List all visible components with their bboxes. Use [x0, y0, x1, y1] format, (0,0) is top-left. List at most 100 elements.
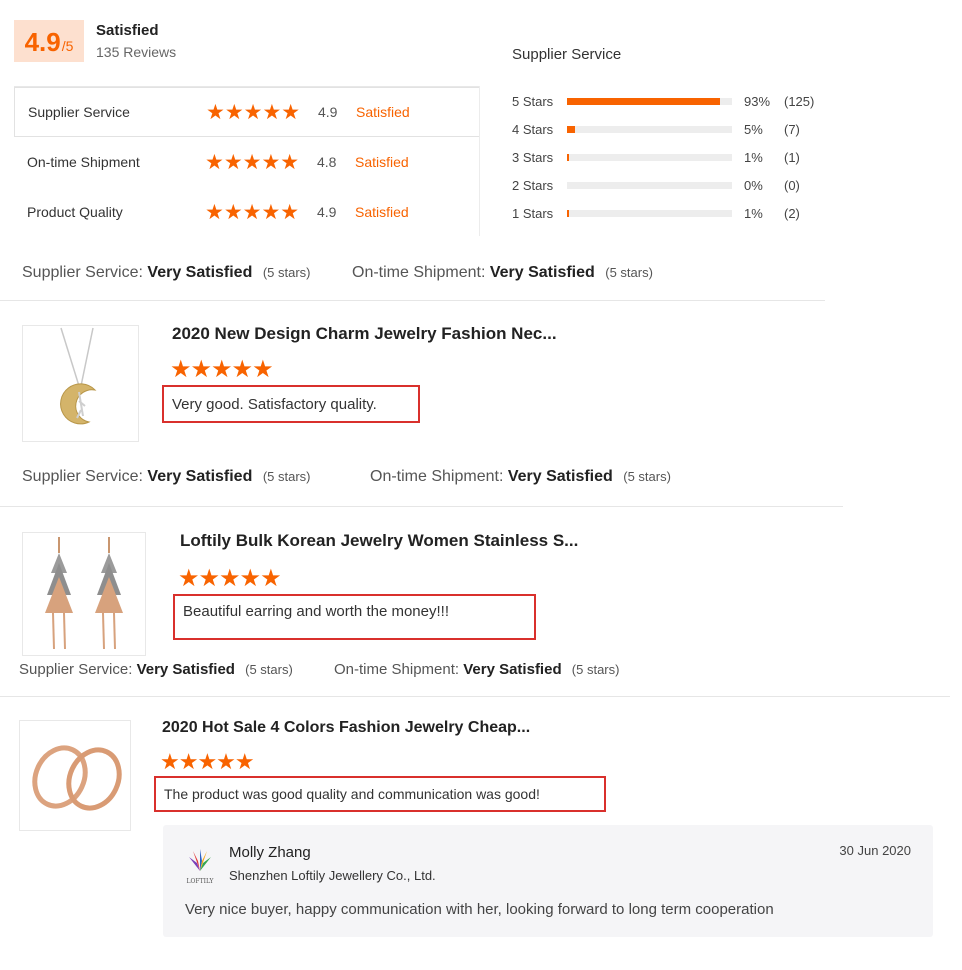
rating-row-product-quality[interactable]: Product Quality ★★★★★ 4.9 Satisfied — [14, 187, 480, 237]
star-rating-icon: ★★★★★ — [205, 150, 300, 174]
rating-value: 4.8 — [317, 154, 337, 170]
breakdown-bar-fill — [567, 153, 570, 161]
breakdown-percent: 1% — [744, 205, 763, 221]
summary-stars: (5 stars) — [262, 265, 311, 280]
summary-label: On-time Shipment: — [370, 468, 504, 485]
breakdown-label: 1 Stars — [512, 205, 554, 221]
breakdown-bar — [567, 153, 732, 161]
review-product-title[interactable]: 2020 Hot Sale 4 Colors Fashion Jewelry C… — [162, 719, 530, 737]
review-text-content: Beautiful earring and worth the money!!! — [183, 603, 449, 620]
loftily-logo-icon — [189, 849, 211, 871]
breakdown-count: (7) — [784, 121, 800, 137]
reply-author-name: Molly Zhang — [229, 844, 311, 861]
breakdown-label: 4 Stars — [512, 121, 554, 137]
breakdown-bar-fill — [567, 125, 576, 133]
breakdown-percent: 5% — [744, 121, 763, 137]
score-badge: 4.9 /5 — [14, 20, 84, 62]
summary-value: Very Satisfied — [489, 264, 595, 281]
section-divider — [0, 300, 825, 301]
summary-label: Supplier Service: — [22, 264, 143, 281]
summary-value: Very Satisfied — [507, 468, 613, 485]
overall-service-summary: Supplier Service: Very Satisfied (5 star… — [22, 264, 310, 282]
reply-company[interactable]: Shenzhen Loftily Jewellery Co., Ltd. — [229, 868, 436, 883]
summary-stars: (5 stars) — [245, 662, 293, 677]
breakdown-label: 5 Stars — [512, 93, 554, 109]
summary-label: Supplier Service: — [22, 468, 143, 485]
company-logo: LOFTILY — [185, 847, 215, 887]
rating-status: Satisfied — [355, 154, 409, 170]
rating-row-on-time-shipment[interactable]: On-time Shipment ★★★★★ 4.8 Satisfied — [14, 137, 480, 187]
summary-stars: (5 stars) — [262, 469, 311, 484]
breakdown-label: 3 Stars — [512, 149, 554, 165]
review-text-content: The product was good quality and communi… — [164, 786, 540, 802]
rating-value: 4.9 — [317, 204, 337, 220]
review-count: 135 Reviews — [96, 44, 177, 60]
section-divider — [0, 506, 843, 507]
review-shipment-summary: On-time Shipment: Very Satisfied (5 star… — [334, 661, 619, 678]
reply-text: Very nice buyer, happy communication wit… — [185, 901, 774, 918]
summary-value: Very Satisfied — [147, 264, 253, 281]
summary-label: Supplier Service: — [19, 661, 133, 678]
breakdown-row: 5 Stars 93% (125) — [512, 91, 824, 111]
breakdown-bar — [567, 97, 732, 105]
breakdown-percent: 93% — [744, 93, 771, 109]
breakdown-count: (0) — [784, 177, 800, 193]
breakdown-bar-fill — [567, 97, 721, 105]
breakdown-count: (2) — [784, 205, 800, 221]
rating-label: On-time Shipment — [27, 154, 140, 170]
breakdown-bar — [567, 209, 732, 217]
review-product-title[interactable]: Loftily Bulk Korean Jewelry Women Stainl… — [180, 531, 578, 551]
product-thumbnail-earrings[interactable] — [22, 532, 146, 656]
breakdown-count: (125) — [784, 93, 815, 109]
breakdown-count: (1) — [784, 149, 800, 165]
product-thumbnail-necklace[interactable] — [22, 325, 139, 442]
rating-table: Supplier Service ★★★★★ 4.9 Satisfied On-… — [14, 86, 480, 223]
review-shipment-summary: On-time Shipment: Very Satisfied (5 star… — [370, 468, 671, 486]
overall-shipment-summary: On-time Shipment: Very Satisfied (5 star… — [352, 264, 653, 282]
review-star-rating-icon: ★★★★★ — [178, 565, 282, 592]
satisfaction-title: Satisfied — [96, 22, 159, 39]
seller-reply: LOFTILY Molly Zhang Shenzhen Loftily Jew… — [163, 825, 933, 937]
breakdown-percent: 1% — [744, 149, 763, 165]
review-star-rating-icon: ★★★★★ — [170, 356, 274, 383]
section-divider — [0, 696, 950, 697]
breakdown-bar — [567, 181, 732, 189]
summary-stars: (5 stars) — [623, 469, 671, 484]
breakdown-percent: 0% — [744, 177, 763, 193]
review-text: The product was good quality and communi… — [154, 776, 606, 812]
score-value: 4.9 — [24, 27, 61, 57]
necklace-image — [60, 327, 97, 425]
summary-value: Very Satisfied — [463, 661, 562, 678]
product-thumbnail-hoops[interactable] — [19, 720, 131, 831]
breakdown-row: 4 Stars 5% (7) — [512, 119, 824, 139]
hoop-earrings-image — [32, 745, 122, 811]
breakdown-bar-fill — [567, 209, 570, 217]
review-text: Very good. Satisfactory quality. — [162, 385, 420, 423]
breakdown-bar — [567, 125, 732, 133]
review-service-summary: Supplier Service: Very Satisfied (5 star… — [19, 661, 293, 678]
summary-stars: (5 stars) — [571, 662, 620, 677]
rating-label: Product Quality — [27, 204, 123, 220]
breakdown-label: 2 Stars — [512, 177, 554, 193]
review-product-title[interactable]: 2020 New Design Charm Jewelry Fashion Ne… — [172, 324, 557, 344]
rating-status: Satisfied — [356, 104, 410, 120]
breakdown-row: 3 Stars 1% (1) — [512, 147, 824, 167]
rating-row-supplier-service[interactable]: Supplier Service ★★★★★ 4.9 Satisfied — [14, 87, 480, 137]
breakdown-row: 2 Stars 0% (0) — [512, 175, 824, 195]
rating-label: Supplier Service — [28, 104, 130, 120]
vertical-divider — [479, 86, 480, 236]
review-service-summary: Supplier Service: Very Satisfied (5 star… — [22, 468, 310, 486]
earrings-image — [45, 537, 123, 650]
summary-value: Very Satisfied — [147, 468, 253, 485]
review-text: Beautiful earring and worth the money!!! — [173, 594, 536, 640]
star-rating-icon: ★★★★★ — [206, 100, 301, 124]
breakdown-title: Supplier Service — [512, 46, 622, 63]
summary-stars: (5 stars) — [605, 265, 653, 280]
summary-value: Very Satisfied — [136, 661, 235, 678]
breakdown-row: 1 Stars 1% (2) — [512, 203, 824, 223]
summary-label: On-time Shipment: — [334, 661, 460, 678]
review-text-content: Very good. Satisfactory quality. — [172, 395, 377, 413]
score-max: /5 — [61, 38, 74, 54]
reply-date: 30 Jun 2020 — [839, 843, 911, 858]
review-star-rating-icon: ★★★★★ — [160, 749, 255, 774]
